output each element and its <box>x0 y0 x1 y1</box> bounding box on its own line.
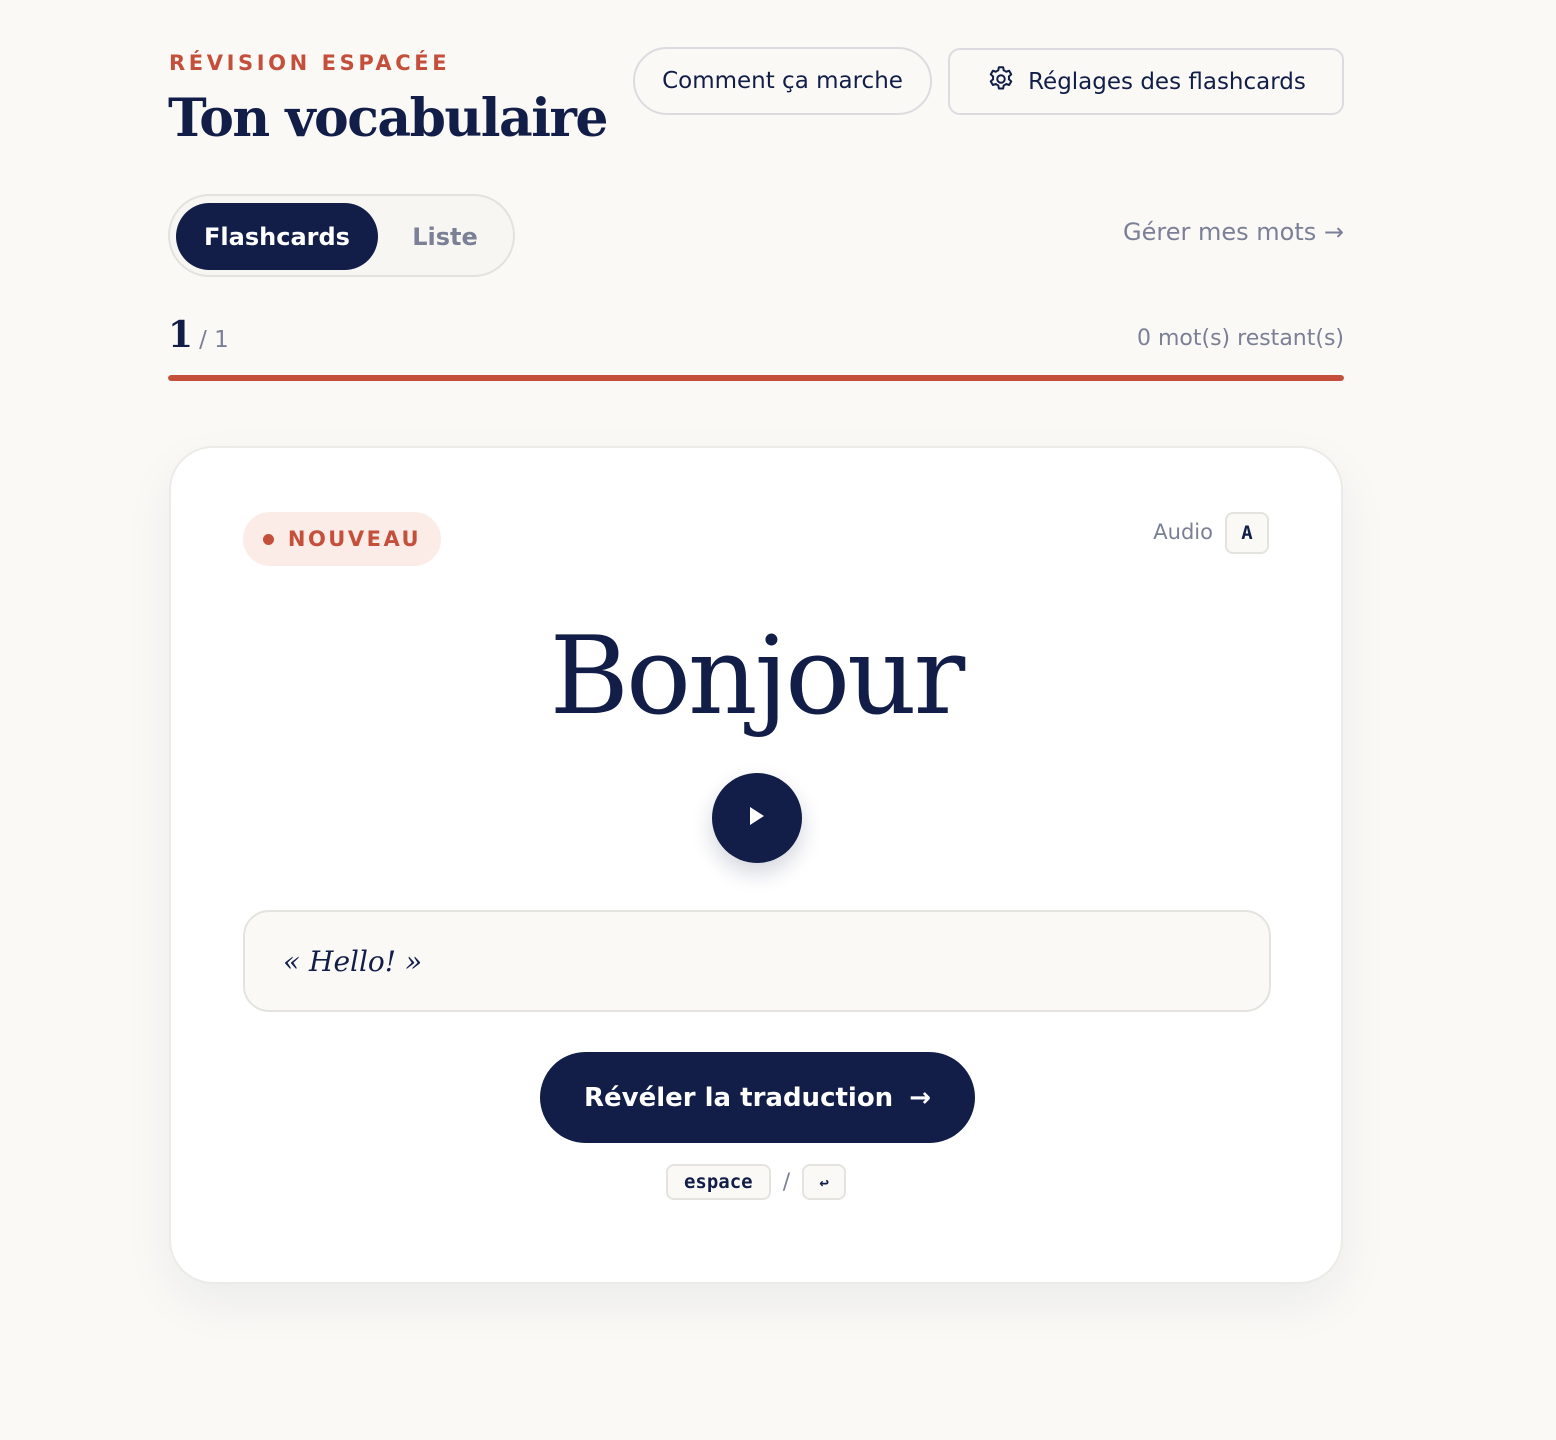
flashcard-settings-label: Réglages des flashcards <box>1028 68 1306 95</box>
manage-words-link[interactable]: Gérer mes mots → <box>1123 218 1344 246</box>
progress-bar <box>168 375 1344 381</box>
flashcard-settings-button[interactable]: Réglages des flashcards <box>948 48 1344 115</box>
status-dot-icon <box>262 533 274 545</box>
reveal-shortcuts: espace / ↩ <box>171 1164 1341 1200</box>
how-it-works-label: Comment ça marche <box>662 68 903 94</box>
audio-shortcut-label: Audio <box>1153 520 1213 544</box>
progress-counter: 1 / 1 <box>168 314 229 356</box>
example-sentence-box: « Hello! » <box>243 910 1271 1012</box>
arrow-right-icon: → <box>909 1082 931 1113</box>
audio-shortcut-key: A <box>1225 512 1269 554</box>
page-title: Ton vocabulaire <box>168 88 608 149</box>
space-key: espace <box>665 1164 771 1200</box>
play-icon <box>748 806 766 830</box>
how-it-works-button[interactable]: Comment ça marche <box>633 47 932 115</box>
example-sentence: « Hello! » <box>283 944 423 978</box>
page: RÉVISION ESPACÉE Ton vocabulaire Comment… <box>0 0 1556 1440</box>
progress-bar-fill <box>168 375 1344 381</box>
flashcard: NOUVEAU Audio A Bonjour « Hello! » Révél… <box>169 446 1343 1284</box>
shortcut-separator: / <box>782 1169 791 1195</box>
gear-icon <box>986 64 1016 100</box>
section-eyebrow: RÉVISION ESPACÉE <box>169 51 451 75</box>
status-badge-label: NOUVEAU <box>287 527 422 551</box>
play-audio-button[interactable] <box>712 773 802 863</box>
remaining-words: 0 mot(s) restant(s) <box>1137 326 1344 351</box>
flashcard-word: Bonjour <box>549 614 966 739</box>
tab-list[interactable]: Liste <box>380 203 510 270</box>
enter-key: ↩ <box>802 1164 847 1200</box>
status-badge: NOUVEAU <box>243 512 441 566</box>
progress-total: / 1 <box>199 327 229 353</box>
reveal-translation-button[interactable]: Révéler la traduction → <box>540 1052 975 1143</box>
view-toggle: Flashcards Liste <box>168 194 515 277</box>
reveal-translation-label: Révéler la traduction <box>583 1082 894 1113</box>
progress-current: 1 <box>168 314 194 356</box>
tab-flashcards[interactable]: Flashcards <box>176 203 378 270</box>
